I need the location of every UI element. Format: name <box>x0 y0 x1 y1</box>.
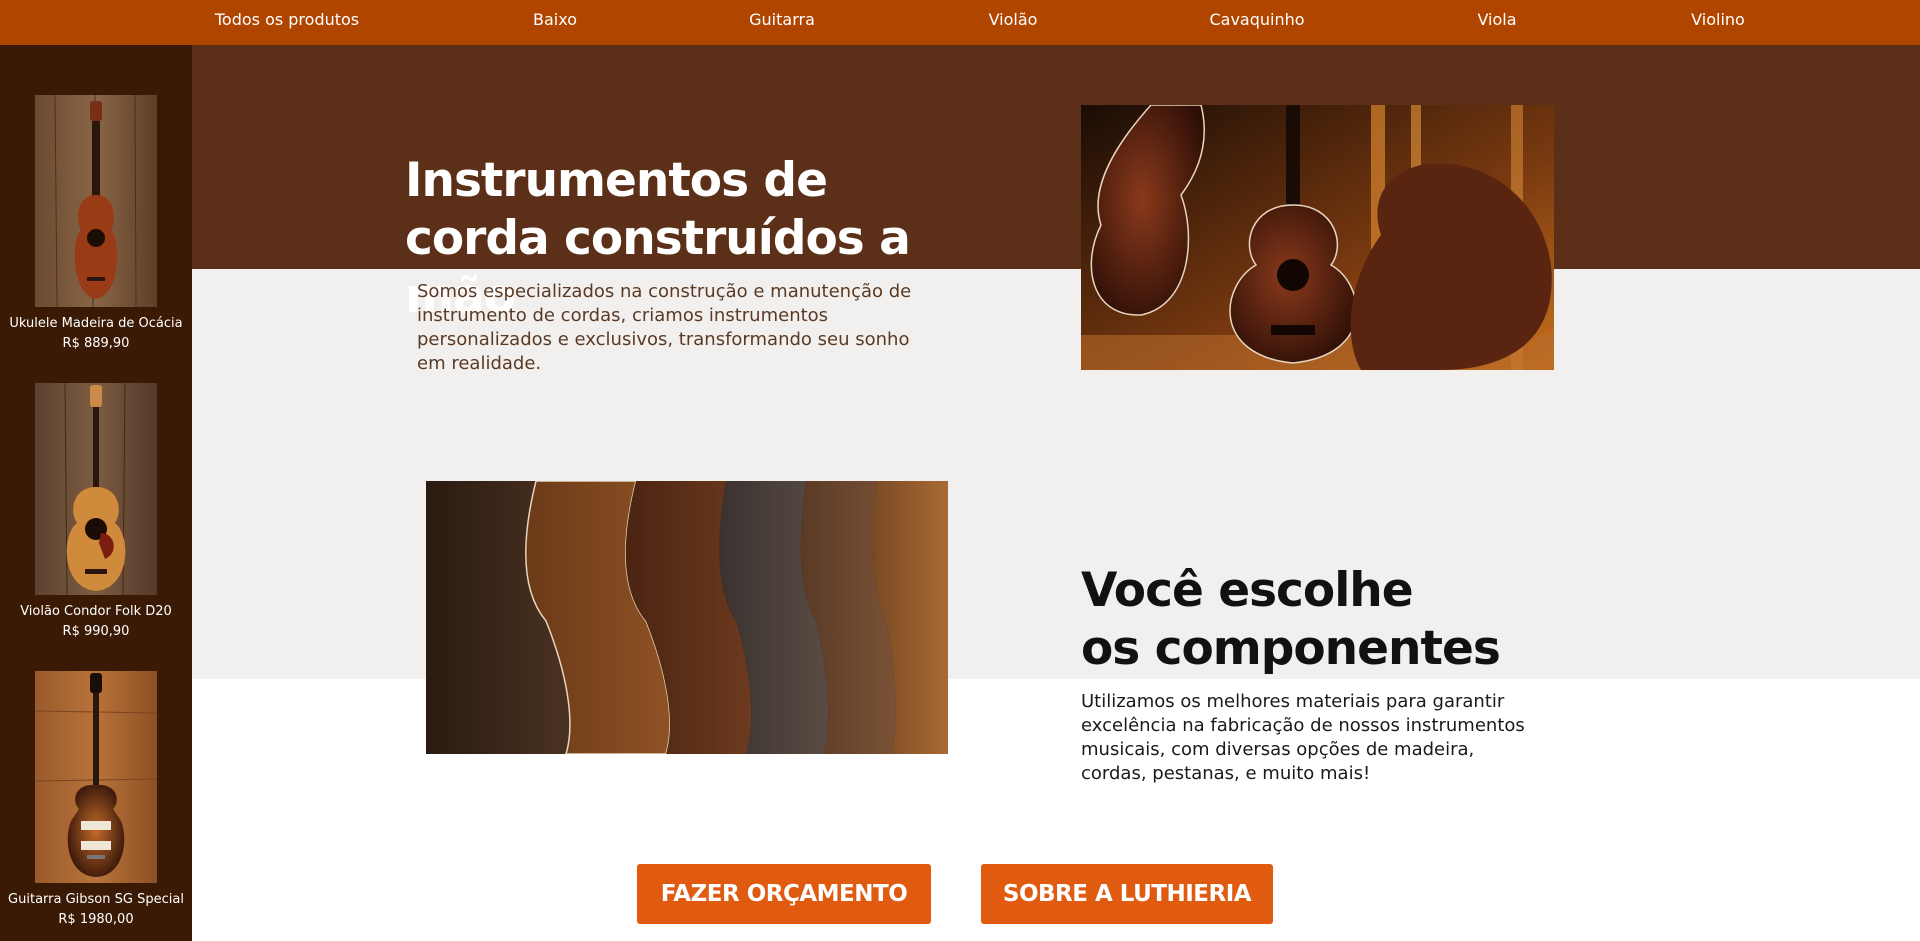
components-title-line2: os componentes <box>1081 621 1501 676</box>
guitar-bodies-image <box>426 481 948 754</box>
hero-guitars-image <box>1081 105 1554 370</box>
nav-item-viola[interactable]: Viola <box>1477 0 1516 40</box>
nav-item-violino[interactable]: Violino <box>1691 0 1745 40</box>
product-price: R$ 990,90 <box>62 624 130 639</box>
ukulele-image[interactable] <box>35 95 157 307</box>
violao-image[interactable] <box>35 383 157 595</box>
nav-item-todos[interactable]: Todos os produtos <box>215 0 359 40</box>
nav-item-guitarra[interactable]: Guitarra <box>749 0 815 40</box>
product-price: R$ 1980,00 <box>58 912 134 927</box>
product-name: Violão Condor Folk D20 <box>20 604 172 619</box>
hero-text: Somos especializados na construção e man… <box>417 281 912 374</box>
components-text: Utilizamos os melhores materiais para ga… <box>1081 691 1525 784</box>
product-name: Guitarra Gibson SG Special <box>8 892 184 907</box>
quote-button[interactable]: FAZER ORÇAMENTO <box>637 864 931 924</box>
components-title-line1: Você escolhe <box>1081 563 1414 618</box>
nav-item-violao[interactable]: Violão <box>989 0 1038 40</box>
about-button[interactable]: SOBRE A LUTHIERIA <box>981 864 1273 924</box>
top-nav: Todos os produtos Baixo Guitarra Violão … <box>0 0 1920 45</box>
components-title: Você escolhe os componentes <box>1081 562 1601 678</box>
product-card-guitarra[interactable]: Guitarra Gibson SG Special R$ 1980,00 <box>0 671 192 927</box>
guitarra-image[interactable] <box>35 671 157 883</box>
product-name: Ukulele Madeira de Ocácia <box>9 316 183 331</box>
product-card-ukulele[interactable]: Ukulele Madeira de Ocácia R$ 889,90 <box>0 95 192 351</box>
product-price: R$ 889,90 <box>62 336 130 351</box>
nav-item-baixo[interactable]: Baixo <box>533 0 577 40</box>
product-sidebar: Ukulele Madeira de Ocácia R$ 889,90 Viol… <box>0 45 192 941</box>
nav-item-cavaquinho[interactable]: Cavaquinho <box>1209 0 1304 40</box>
product-card-violao[interactable]: Violão Condor Folk D20 R$ 990,90 <box>0 383 192 639</box>
